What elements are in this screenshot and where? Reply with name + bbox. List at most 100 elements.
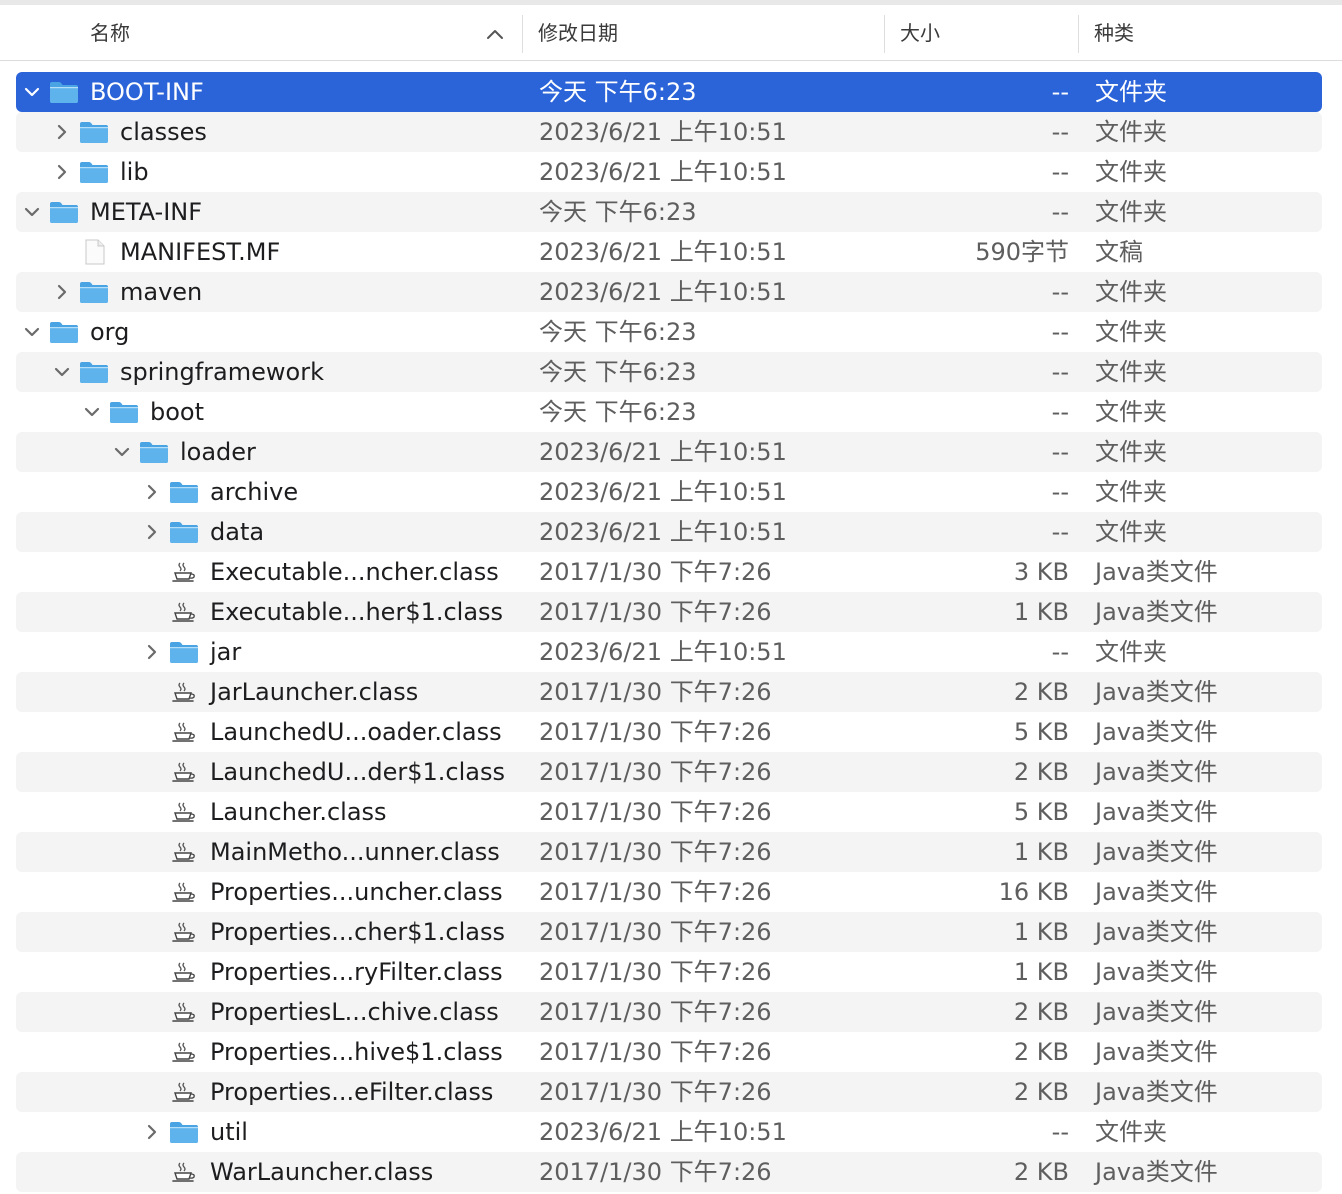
- chevron-right-icon[interactable]: [52, 162, 72, 182]
- item-name: LaunchedU...oader.class: [210, 718, 502, 746]
- folder-row[interactable]: util 2023/6/21 上午10:51 -- 文件夹: [16, 1112, 1322, 1152]
- item-name: PropertiesL...chive.class: [210, 998, 499, 1026]
- file-row[interactable]: WarLauncher.class 2017/1/30 下午7:26 2 KB Jav…: [16, 1152, 1322, 1192]
- file-row[interactable]: Properties...cher$1.class 2017/1/30 下午7:2…: [16, 912, 1322, 952]
- file-row[interactable]: MainMetho...unner.class 2017/1/30 下午7:26 1…: [16, 832, 1322, 872]
- folder-row[interactable]: springframework 今天 下午6:23 -- 文件夹: [16, 352, 1322, 392]
- item-modified-date: 2017/1/30 下午7:26: [539, 918, 772, 946]
- item-size: 5 KB: [1013, 718, 1069, 746]
- item-modified-date: 2017/1/30 下午7:26: [539, 838, 772, 866]
- item-name: org: [90, 318, 130, 346]
- item-kind: 文件夹: [1095, 638, 1167, 666]
- file-row[interactable]: LaunchedU...der$1.class 2017/1/30 下午7:26 2…: [16, 752, 1322, 792]
- chevron-down-icon[interactable]: [82, 402, 102, 422]
- item-modified-date: 2017/1/30 下午7:26: [539, 798, 772, 826]
- chevron-down-icon[interactable]: [22, 202, 42, 222]
- item-name: Executable...her$1.class: [210, 598, 504, 626]
- file-row[interactable]: Properties...ryFilter.class 2017/1/30 下午7…: [16, 952, 1322, 992]
- file-row[interactable]: LaunchedU...oader.class 2017/1/30 下午7:26 5…: [16, 712, 1322, 752]
- item-size: 16 KB: [998, 878, 1069, 906]
- java-coffee-cup-icon: [172, 842, 195, 862]
- folder-row[interactable]: org 今天 下午6:23 -- 文件夹: [16, 312, 1322, 352]
- item-size: 2 KB: [1013, 1158, 1069, 1186]
- item-name: Executable...ncher.class: [210, 558, 499, 586]
- item-name: Launcher.class: [210, 798, 387, 826]
- item-modified-date: 2023/6/21 上午10:51: [539, 238, 787, 266]
- item-kind: 文件夹: [1095, 478, 1167, 506]
- chevron-right-icon[interactable]: [52, 122, 72, 142]
- column-divider[interactable]: [1078, 15, 1079, 53]
- folder-row[interactable]: loader 2023/6/21 上午10:51 -- 文件夹: [16, 432, 1322, 472]
- document-icon: [85, 239, 105, 265]
- file-row[interactable]: Properties...hive$1.class 2017/1/30 下午7:2…: [16, 1032, 1322, 1072]
- folder-row[interactable]: lib 2023/6/21 上午10:51 -- 文件夹: [16, 152, 1322, 192]
- java-coffee-cup-icon: [172, 602, 195, 622]
- chevron-right-icon[interactable]: [142, 1122, 162, 1142]
- name-column-header[interactable]: 名称: [90, 5, 130, 61]
- file-row[interactable]: Properties...uncher.class 2017/1/30 下午7:2…: [16, 872, 1322, 912]
- item-size: --: [1051, 158, 1069, 186]
- chevron-right-icon[interactable]: [142, 482, 162, 502]
- file-row[interactable]: Executable...her$1.class 2017/1/30 下午7:26…: [16, 592, 1322, 632]
- chevron-down-icon[interactable]: [112, 442, 132, 462]
- chevron-right-icon[interactable]: [52, 282, 72, 302]
- item-size: --: [1051, 478, 1069, 506]
- item-modified-date: 2023/6/21 上午10:51: [539, 638, 787, 666]
- chevron-down-icon[interactable]: [22, 322, 42, 342]
- date-column-header[interactable]: 修改日期: [538, 5, 618, 61]
- folder-row[interactable]: archive 2023/6/21 上午10:51 -- 文件夹: [16, 472, 1322, 512]
- file-row[interactable]: MANIFEST.MF 2023/6/21 上午10:51 590字节 文稿: [16, 232, 1322, 272]
- column-divider[interactable]: [884, 15, 885, 53]
- item-size: --: [1051, 398, 1069, 426]
- file-row[interactable]: Launcher.class 2017/1/30 下午7:26 5 KB Java类文…: [16, 792, 1322, 832]
- item-name: classes: [120, 118, 207, 146]
- item-size: 5 KB: [1013, 798, 1069, 826]
- sort-ascending-icon[interactable]: [486, 27, 504, 41]
- item-name: util: [210, 1118, 248, 1146]
- item-name: WarLauncher.class: [210, 1158, 434, 1186]
- java-coffee-cup-icon: [172, 1082, 195, 1102]
- file-row[interactable]: Executable...ncher.class 2017/1/30 下午7:26…: [16, 552, 1322, 592]
- folder-row[interactable]: META-INF 今天 下午6:23 -- 文件夹: [16, 192, 1322, 232]
- folder-icon: [80, 162, 108, 183]
- column-divider[interactable]: [522, 15, 523, 53]
- item-kind: 文件夹: [1095, 278, 1167, 306]
- file-row[interactable]: PropertiesL...chive.class 2017/1/30 下午7:2…: [16, 992, 1322, 1032]
- folder-icon: [110, 402, 138, 423]
- folder-row[interactable]: jar 2023/6/21 上午10:51 -- 文件夹: [16, 632, 1322, 672]
- file-row[interactable]: Properties...eFilter.class 2017/1/30 下午7:…: [16, 1072, 1322, 1112]
- item-kind: 文件夹: [1095, 1118, 1167, 1146]
- item-modified-date: 2023/6/21 上午10:51: [539, 1118, 787, 1146]
- item-size: --: [1051, 118, 1069, 146]
- java-coffee-cup-icon: [172, 882, 195, 902]
- item-name: Properties...eFilter.class: [210, 1078, 494, 1106]
- item-kind: Java类文件: [1095, 1078, 1218, 1106]
- java-coffee-cup-icon: [172, 1162, 195, 1182]
- item-kind: Java类文件: [1095, 718, 1218, 746]
- chevron-down-icon[interactable]: [22, 82, 42, 102]
- file-row[interactable]: JarLauncher.class 2017/1/30 下午7:26 2 KB Jav…: [16, 672, 1322, 712]
- item-kind: 文件夹: [1095, 158, 1167, 186]
- folder-row[interactable]: data 2023/6/21 上午10:51 -- 文件夹: [16, 512, 1322, 552]
- folder-row[interactable]: classes 2023/6/21 上午10:51 -- 文件夹: [16, 112, 1322, 152]
- item-size: 2 KB: [1013, 1038, 1069, 1066]
- item-name: boot: [150, 398, 205, 426]
- folder-row[interactable]: maven 2023/6/21 上午10:51 -- 文件夹: [16, 272, 1322, 312]
- chevron-right-icon[interactable]: [142, 522, 162, 542]
- item-name: Properties...uncher.class: [210, 878, 503, 906]
- item-modified-date: 2017/1/30 下午7:26: [539, 1038, 772, 1066]
- item-modified-date: 2017/1/30 下午7:26: [539, 878, 772, 906]
- folder-row[interactable]: boot 今天 下午6:23 -- 文件夹: [16, 392, 1322, 432]
- item-size: --: [1051, 638, 1069, 666]
- chevron-down-icon[interactable]: [52, 362, 72, 382]
- java-coffee-cup-icon: [172, 802, 195, 822]
- item-kind: 文件夹: [1095, 318, 1167, 346]
- size-column-header[interactable]: 大小: [900, 5, 940, 61]
- item-kind: 文件夹: [1095, 198, 1167, 226]
- item-kind: Java类文件: [1095, 838, 1218, 866]
- chevron-right-icon[interactable]: [142, 642, 162, 662]
- item-size: 2 KB: [1013, 758, 1069, 786]
- kind-column-header[interactable]: 种类: [1094, 5, 1134, 61]
- folder-row[interactable]: BOOT-INF 今天 下午6:23 -- 文件夹: [16, 72, 1322, 112]
- item-name: Properties...ryFilter.class: [210, 958, 503, 986]
